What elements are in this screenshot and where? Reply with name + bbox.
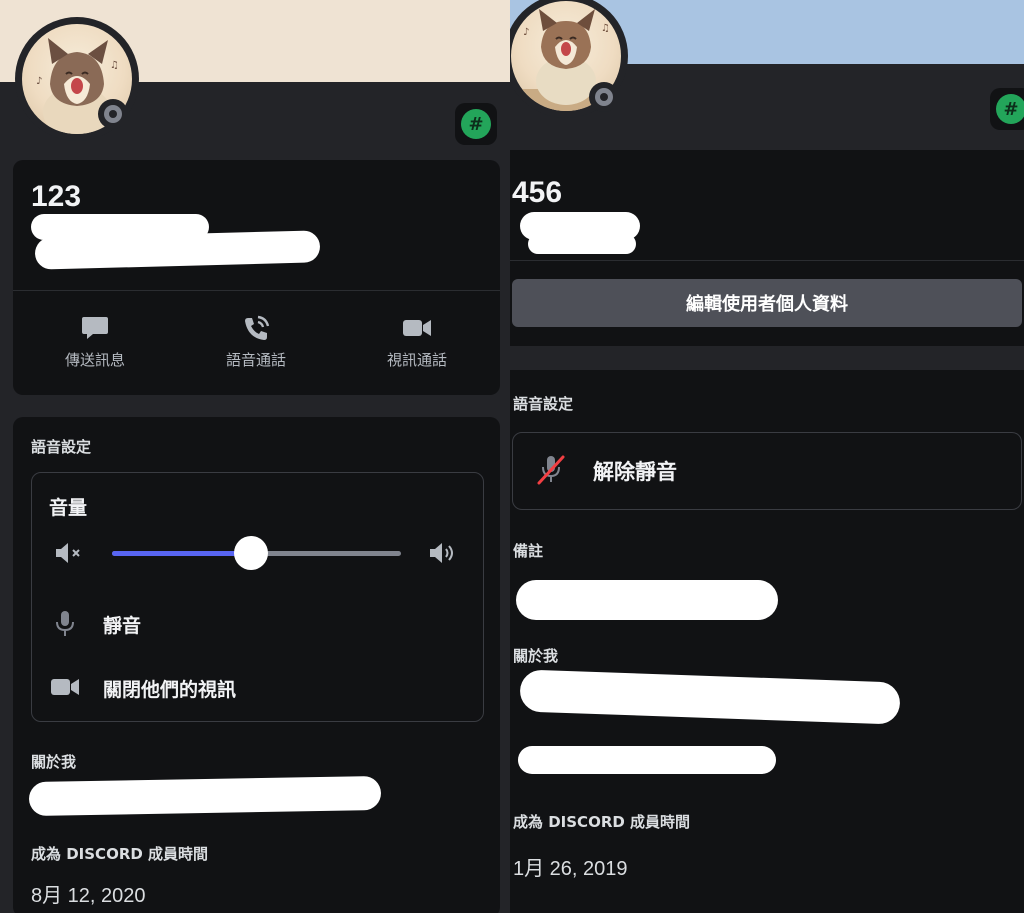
right-profile-panel: ♪ ♫ # 456 編輯使用者個人資料 語音設定 解除靜音 備註 關於我 成為 … (510, 0, 1024, 913)
unmute-button[interactable]: 解除靜音 (512, 432, 1022, 510)
divider (510, 260, 1024, 261)
voice-settings-title: 語音設定 (513, 395, 574, 413)
unmute-label: 解除靜音 (593, 460, 677, 484)
member-since-date: 1月 26, 2019 (513, 858, 628, 880)
profile-details-card: 語音設定 解除靜音 備註 關於我 成為 DISCORD 成員時間 1月 26, … (510, 370, 1024, 913)
redacted-region (519, 669, 901, 725)
volume-muted-icon[interactable] (54, 541, 86, 565)
redacted-region (528, 234, 636, 254)
phone-call-icon (245, 315, 270, 340)
voice-call-button[interactable]: 語音通話 (196, 315, 316, 370)
member-since-title: 成為 DISCORD 成員時間 (31, 845, 209, 863)
hashtag-badge-icon[interactable]: # (455, 103, 497, 145)
edit-profile-button[interactable]: 編輯使用者個人資料 (512, 279, 1022, 327)
video-camera-icon (51, 679, 79, 695)
voice-settings-box: 音量 靜音 關閉他們的視訊 (31, 472, 484, 722)
about-me-title: 關於我 (513, 647, 559, 665)
left-profile-panel: ♪ ♫ # 123 傳送訊息 語音通話 視訊通話 語音設定 音量 靜音 關閉他們… (0, 0, 510, 913)
identity-card: 456 編輯使用者個人資料 (510, 150, 1024, 346)
divider (13, 290, 500, 291)
svg-text:♫: ♫ (601, 23, 610, 34)
status-indicator-offline (589, 82, 619, 112)
username: 123 (31, 180, 82, 213)
volume-up-icon[interactable] (428, 541, 460, 565)
voice-call-label: 語音通話 (225, 351, 286, 369)
svg-text:♪: ♪ (36, 76, 42, 87)
message-icon (82, 317, 108, 339)
badge-symbol: # (996, 94, 1024, 124)
volume-label: 音量 (49, 497, 88, 519)
video-camera-icon (403, 320, 431, 336)
muted-microphone-icon (537, 455, 565, 485)
svg-text:♪: ♪ (523, 27, 529, 38)
note-title: 備註 (513, 542, 544, 560)
about-me-title: 關於我 (31, 753, 77, 771)
username: 456 (512, 176, 563, 209)
status-indicator-offline (98, 99, 128, 129)
redacted-region (34, 230, 321, 270)
redacted-region (516, 580, 778, 620)
badge-symbol: # (461, 109, 491, 139)
redacted-region (28, 775, 382, 817)
profile-details-card: 語音設定 音量 靜音 關閉他們的視訊 關於我 成為 DISCORD 成員時間 8… (13, 417, 500, 913)
volume-slider-thumb[interactable] (233, 536, 268, 570)
member-since-date: 8月 12, 2020 (31, 885, 146, 907)
hashtag-badge-icon[interactable]: # (990, 88, 1024, 130)
member-since-title: 成為 DISCORD 成員時間 (513, 813, 691, 831)
volume-slider-fill (112, 551, 251, 556)
redacted-region (518, 746, 776, 774)
send-message-button[interactable]: 傳送訊息 (35, 315, 155, 370)
voice-settings-title: 語音設定 (31, 438, 92, 456)
mute-label: 靜音 (103, 615, 142, 637)
avatar-frame: ♪ ♫ (510, 0, 628, 118)
identity-card: 123 傳送訊息 語音通話 視訊通話 (13, 160, 500, 395)
video-call-label: 視訊通話 (386, 351, 447, 369)
disable-video-label: 關閉他們的視訊 (103, 679, 237, 701)
video-call-button[interactable]: 視訊通話 (357, 315, 477, 370)
svg-text:♫: ♫ (110, 60, 119, 71)
send-message-label: 傳送訊息 (64, 351, 125, 369)
avatar-frame: ♪ ♫ (15, 17, 139, 141)
microphone-icon (56, 611, 74, 636)
